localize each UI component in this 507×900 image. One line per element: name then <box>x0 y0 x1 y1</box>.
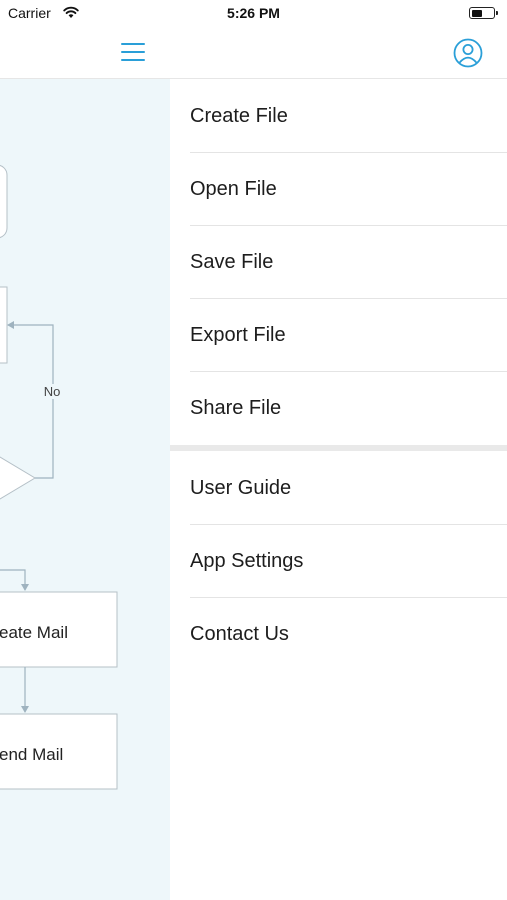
menu-group-divider <box>170 445 507 451</box>
menu-item-save-file[interactable]: Save File <box>190 226 507 299</box>
decision-shape <box>0 456 36 500</box>
create-mail-label: eate Mail <box>0 623 68 642</box>
process-shape <box>0 286 8 364</box>
menu-item-contact-us[interactable]: Contact Us <box>190 598 507 671</box>
status-bar: Carrier 5:26 PM <box>0 0 507 28</box>
menu-item-label: Open File <box>190 178 277 200</box>
status-time: 5:26 PM <box>227 5 280 21</box>
user-circle-icon[interactable] <box>452 37 484 69</box>
menu-item-export-file[interactable]: Export File <box>190 299 507 372</box>
menu-item-share-file[interactable]: Share File <box>190 372 507 445</box>
yes-connector <box>0 569 29 591</box>
flowchart-diagram: No eate Mail end Mail <box>0 164 118 790</box>
start-shape <box>0 164 8 239</box>
menu-item-label: Create File <box>190 105 288 127</box>
menu-item-label: App Settings <box>190 550 304 572</box>
battery-icon <box>469 7 498 19</box>
menu-item-open-file[interactable]: Open File <box>190 153 507 226</box>
menu-item-label: User Guide <box>190 477 292 499</box>
menu-item-app-settings[interactable]: App Settings <box>190 525 507 598</box>
side-menu: Create File Open File Save File Export F… <box>170 79 507 900</box>
flowchart-canvas[interactable]: No eate Mail end Mail <box>0 79 170 900</box>
menu-item-label: Export File <box>190 324 286 346</box>
no-label: No <box>44 384 61 399</box>
no-connector <box>6 321 54 479</box>
menu-item-label: Contact Us <box>190 623 289 645</box>
menu-item-create-file[interactable]: Create File <box>190 80 507 153</box>
send-mail-label: end Mail <box>0 745 63 764</box>
menu-item-user-guide[interactable]: User Guide <box>190 452 507 525</box>
nav-bar <box>0 28 507 79</box>
menu-item-label: Share File <box>190 397 282 419</box>
hamburger-icon[interactable] <box>119 39 147 65</box>
menu-item-label: Save File <box>190 251 274 273</box>
